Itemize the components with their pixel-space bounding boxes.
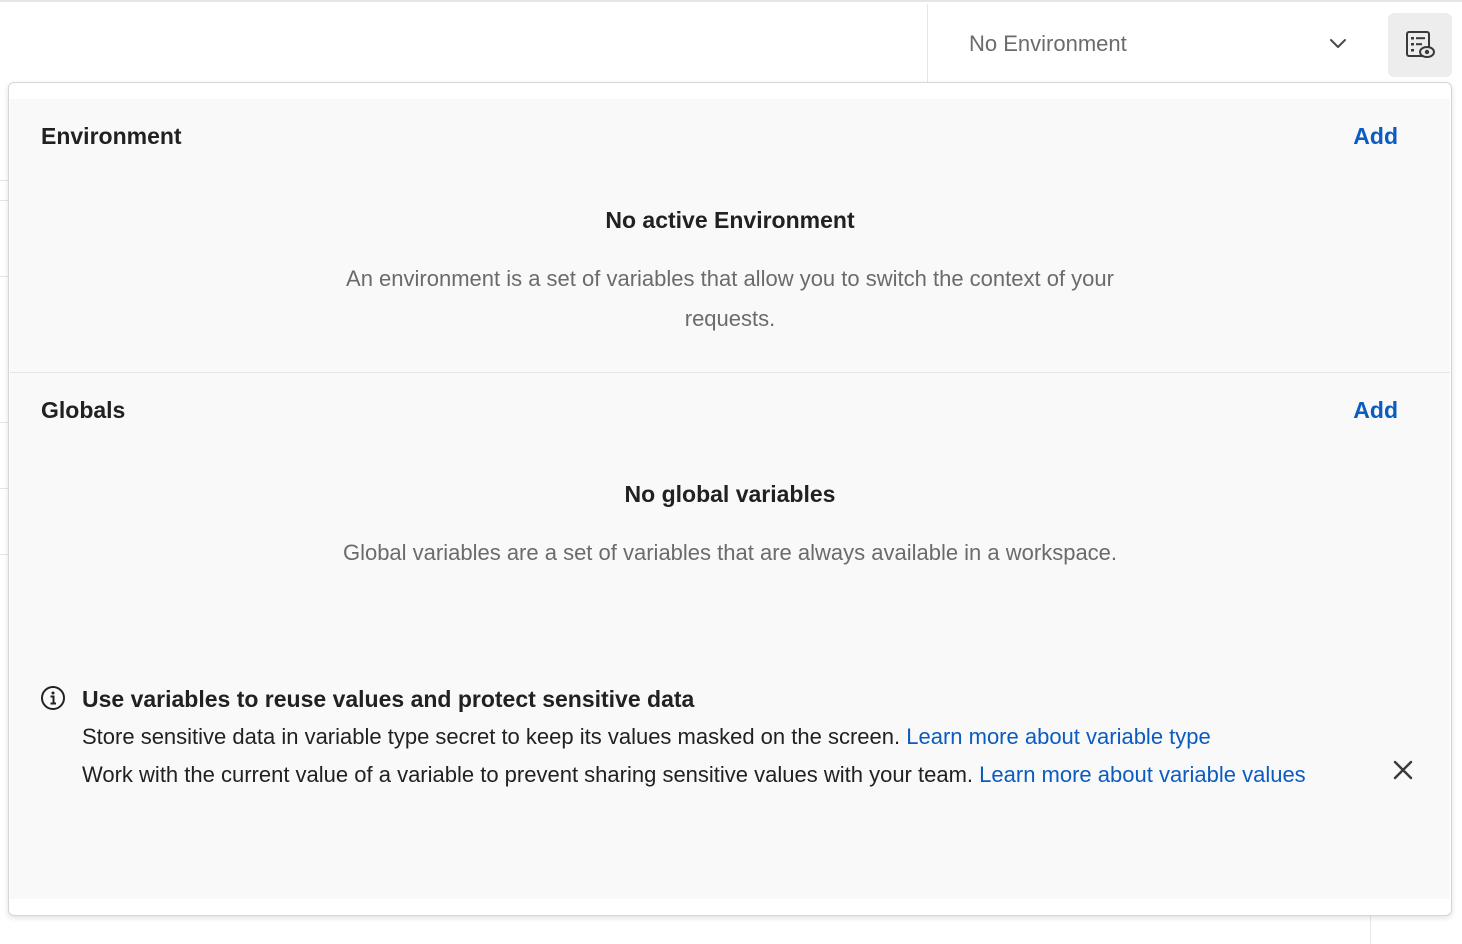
learn-more-variable-type-link[interactable]: Learn more about variable type — [906, 724, 1211, 749]
globals-empty-title: No global variables — [624, 481, 836, 507]
info-banner-line-2-text: Work with the current value of a variabl… — [82, 762, 974, 787]
info-icon — [41, 686, 65, 710]
environment-selector[interactable]: No Environment — [927, 4, 1375, 84]
environment-section-title: Environment — [41, 123, 182, 149]
info-banner-line-2: Work with the current value of a variabl… — [82, 756, 1352, 794]
globals-section-title: Globals — [41, 397, 126, 423]
environment-add-button[interactable]: Add — [1353, 123, 1398, 150]
panel-content: Environment Add No active Environment An… — [10, 99, 1450, 899]
info-banner: Use variables to reuse values and protec… — [40, 683, 1420, 883]
info-banner-title: Use variables to reuse values and protec… — [82, 686, 695, 712]
environment-quick-look-panel: Environment Add No active Environment An… — [8, 82, 1452, 916]
chevron-down-icon — [1330, 39, 1346, 48]
environment-selector-label: No Environment — [969, 31, 1127, 56]
close-icon[interactable] — [1390, 757, 1416, 783]
environment-quick-look-button[interactable] — [1388, 13, 1452, 77]
environment-empty-description: An environment is a set of variables tha… — [346, 266, 1114, 331]
globals-add-button[interactable]: Add — [1353, 397, 1398, 424]
globals-section: Globals Add No global variables Global v… — [10, 373, 1450, 663]
globals-empty-description: Global variables are a set of variables … — [342, 540, 1118, 565]
learn-more-variable-values-link[interactable]: Learn more about variable values — [979, 762, 1306, 787]
info-banner-line-1: Store sensitive data in variable type se… — [82, 718, 1352, 756]
environment-empty-title: No active Environment — [605, 207, 855, 233]
background-divider — [1370, 916, 1371, 944]
info-banner-line-1-text: Store sensitive data in variable type se… — [82, 724, 901, 749]
top-bar: No Environment — [0, 0, 1462, 84]
environment-section: Environment Add No active Environment An… — [10, 99, 1450, 373]
info-banner-body: Use variables to reuse values and protec… — [82, 683, 1352, 794]
environment-eye-icon — [1406, 31, 1435, 58]
